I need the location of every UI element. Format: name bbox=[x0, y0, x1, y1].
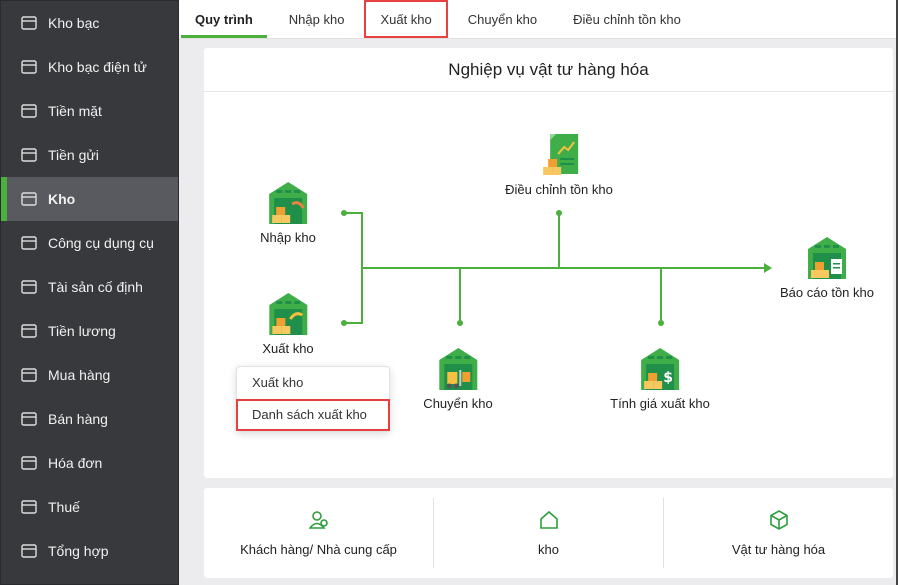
box-icon bbox=[19, 189, 39, 209]
sidebar-item-thue[interactable]: Thuế bbox=[1, 485, 178, 529]
sidebar-item-label: Tiền gửi bbox=[48, 147, 99, 163]
cash-icon bbox=[19, 101, 39, 121]
sidebar-item-tai-san-co-dinh[interactable]: Tài sản cố định bbox=[1, 265, 178, 309]
warehouse-report-icon bbox=[808, 237, 846, 279]
sidebar-item-label: Thuế bbox=[48, 499, 80, 515]
tab-chuyen-kho[interactable]: Chuyển kho bbox=[452, 0, 553, 38]
sidebar-item-label: Tiền lương bbox=[48, 323, 116, 339]
users-icon bbox=[308, 510, 328, 529]
tab-xuat-kho[interactable]: Xuất kho bbox=[364, 0, 448, 38]
payroll-icon bbox=[19, 321, 39, 341]
sidebar: Kho bạc Kho bạc điện tử Tiền mặt Tiền gửi Kh… bbox=[0, 0, 179, 585]
process-card: Nghiệp vụ vật tư hàng hóa Nhập kho Xuất … bbox=[204, 48, 893, 478]
sidebar-item-label: Mua hàng bbox=[48, 367, 111, 383]
sidebar-item-kho[interactable]: Kho bbox=[1, 177, 178, 221]
sidebar-item-kho-bac[interactable]: Kho bạc bbox=[1, 1, 178, 45]
tab-dieu-chinh-ton-kho[interactable]: Điều chỉnh tồn kho bbox=[557, 0, 697, 38]
home-icon bbox=[539, 510, 558, 529]
node-label: Báo cáo tồn kho bbox=[780, 285, 874, 300]
svg-text:$: $ bbox=[663, 370, 673, 386]
cube-icon bbox=[769, 509, 788, 530]
node-bao-cao-ton-kho[interactable]: Báo cáo tồn kho bbox=[780, 235, 874, 300]
sidebar-item-tien-luong[interactable]: Tiền lương bbox=[1, 309, 178, 353]
sidebar-item-label: Bán hàng bbox=[48, 411, 108, 427]
category-shortcuts: Khách hàng/ Nhà cung cấp kho Vật tư hàng… bbox=[204, 488, 893, 578]
node-label: Nhập kho bbox=[260, 230, 316, 245]
main-area: Quy trình Nhập kho Xuất kho Chuyển kho Đ… bbox=[179, 0, 898, 585]
sidebar-item-label: Kho bạc điện tử bbox=[48, 59, 147, 75]
menu-item-danh-sach-xuat-kho[interactable]: Danh sách xuất kho bbox=[236, 399, 390, 431]
shortcut-vat-tu-hang-hoa[interactable]: Vật tư hàng hóa bbox=[664, 488, 893, 578]
node-label: Tính giá xuất kho bbox=[610, 396, 710, 411]
menu-item-xuat-kho[interactable]: Xuất kho bbox=[237, 367, 389, 399]
deposit-icon bbox=[19, 145, 39, 165]
warehouse-dollar-icon: $ bbox=[640, 348, 679, 390]
tab-bar: Quy trình Nhập kho Xuất kho Chuyển kho Đ… bbox=[179, 0, 896, 39]
sidebar-item-tien-gui[interactable]: Tiền gửi bbox=[1, 133, 178, 177]
tab-nhap-kho[interactable]: Nhập kho bbox=[273, 0, 361, 38]
invoice-icon bbox=[19, 453, 39, 473]
node-chuyen-kho[interactable]: Chuyển kho bbox=[423, 346, 493, 411]
warehouse-import-icon bbox=[269, 182, 307, 224]
shopping-bag-icon bbox=[19, 365, 39, 385]
node-label: Chuyển kho bbox=[423, 396, 493, 411]
cart-icon bbox=[19, 409, 39, 429]
warehouse-export-icon bbox=[268, 293, 307, 335]
shortcut-label: Vật tư hàng hóa bbox=[731, 541, 826, 557]
bank-icon bbox=[19, 13, 39, 33]
node-label: Điều chỉnh tồn kho bbox=[505, 182, 613, 197]
sidebar-item-cong-cu-dung-cu[interactable]: Công cụ dụng cụ bbox=[1, 221, 178, 265]
tax-icon bbox=[19, 497, 39, 517]
report-icon bbox=[19, 541, 39, 561]
sidebar-item-kho-bac-dien-tu[interactable]: Kho bạc điện tử bbox=[1, 45, 178, 89]
node-dieu-chinh-ton-kho[interactable]: Điều chỉnh tồn kho bbox=[505, 134, 613, 197]
sidebar-item-label: Tổng hợp bbox=[48, 543, 109, 559]
sidebar-item-label: Tài sản cố định bbox=[48, 279, 143, 295]
shortcut-label: Khách hàng/ Nhà cung cấp bbox=[240, 541, 397, 557]
sidebar-item-ban-hang[interactable]: Bán hàng bbox=[1, 397, 178, 441]
sidebar-item-mua-hang[interactable]: Mua hàng bbox=[1, 353, 178, 397]
sidebar-item-label: Công cụ dụng cụ bbox=[48, 235, 154, 251]
shortcut-label: kho bbox=[538, 541, 559, 557]
stock-adjust-document-icon bbox=[543, 134, 578, 175]
tab-quy-trinh[interactable]: Quy trình bbox=[179, 0, 269, 38]
sidebar-item-tong-hop[interactable]: Tổng hợp bbox=[1, 529, 178, 573]
shortcut-kho[interactable]: kho bbox=[434, 488, 663, 578]
arrow-head-icon bbox=[764, 263, 772, 273]
sidebar-item-label: Kho bbox=[48, 191, 76, 207]
warehouse-forklift-icon bbox=[438, 348, 477, 390]
sidebar-item-label: Kho bạc bbox=[48, 15, 100, 31]
sidebar-item-tien-mat[interactable]: Tiền mặt bbox=[1, 89, 178, 133]
node-nhap-kho[interactable]: Nhập kho bbox=[260, 180, 316, 245]
xuat-kho-popup-menu: Xuất kho Danh sách xuất kho bbox=[236, 366, 390, 432]
node-tinh-gia-xuat-kho[interactable]: $ Tính giá xuất kho bbox=[610, 346, 710, 411]
node-xuat-kho[interactable]: Xuất kho bbox=[262, 291, 314, 356]
sidebar-item-label: Tiền mặt bbox=[48, 103, 102, 119]
page-title: Nghiệp vụ vật tư hàng hóa bbox=[204, 48, 893, 92]
node-label: Xuất kho bbox=[262, 341, 314, 356]
monitor-dollar-icon bbox=[19, 57, 39, 77]
shortcut-customer-supplier[interactable]: Khách hàng/ Nhà cung cấp bbox=[204, 488, 433, 578]
sidebar-item-hoa-don[interactable]: Hóa đơn bbox=[1, 441, 178, 485]
sidebar-item-label: Hóa đơn bbox=[48, 455, 103, 471]
car-house-icon bbox=[19, 277, 39, 297]
tools-icon bbox=[19, 233, 39, 253]
